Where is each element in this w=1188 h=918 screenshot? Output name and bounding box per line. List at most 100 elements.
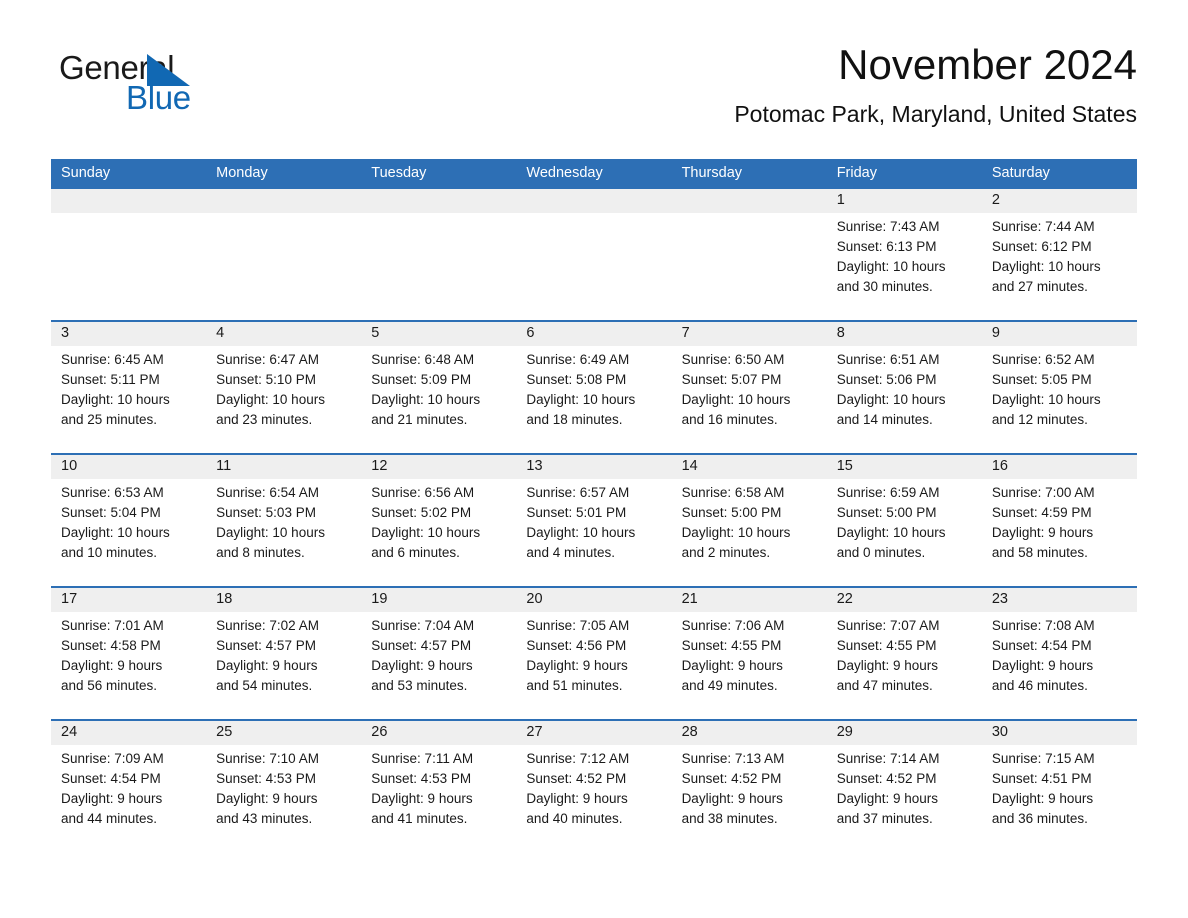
day-cell[interactable]: 13 Sunrise: 6:57 AM Sunset: 5:01 PM Dayl… — [516, 455, 671, 586]
day-number: 30 — [991, 724, 1008, 740]
day-info: Sunrise: 7:02 AM Sunset: 4:57 PM Dayligh… — [216, 616, 357, 696]
day-number: 6 — [526, 325, 535, 341]
day-info: Sunrise: 6:54 AM Sunset: 5:03 PM Dayligh… — [216, 483, 357, 563]
daylight-text-line1: Daylight: 9 hours — [681, 791, 783, 806]
day-cell[interactable]: 18 Sunrise: 7:02 AM Sunset: 4:57 PM Dayl… — [206, 588, 361, 719]
day-cell[interactable]: 7 Sunrise: 6:50 AM Sunset: 5:07 PM Dayli… — [672, 322, 827, 453]
day-cell[interactable]: 1 Sunrise: 7:43 AM Sunset: 6:13 PM Dayli… — [827, 189, 982, 320]
day-info: Sunrise: 7:05 AM Sunset: 4:56 PM Dayligh… — [526, 616, 667, 696]
sunset-text: Sunset: 5:10 PM — [216, 372, 316, 387]
sunrise-text: Sunrise: 7:05 AM — [526, 618, 630, 633]
day-cell[interactable]: 27 Sunrise: 7:12 AM Sunset: 4:52 PM Dayl… — [516, 721, 671, 852]
daylight-text-line1: Daylight: 9 hours — [991, 791, 1094, 806]
day-cell[interactable] — [516, 189, 671, 320]
daylight-text-line1: Daylight: 9 hours — [836, 658, 939, 673]
brand-logo[interactable]: General Blue — [51, 49, 311, 129]
day-info: Sunrise: 6:57 AM Sunset: 5:01 PM Dayligh… — [526, 483, 667, 563]
day-cell[interactable] — [361, 189, 516, 320]
day-cell[interactable]: 21 Sunrise: 7:06 AM Sunset: 4:55 PM Dayl… — [672, 588, 827, 719]
day-cell[interactable]: 30 Sunrise: 7:15 AM Sunset: 4:51 PM Dayl… — [982, 721, 1137, 852]
day-cell[interactable]: 6 Sunrise: 6:49 AM Sunset: 5:08 PM Dayli… — [516, 322, 671, 453]
page-subtitle: Potomac Park, Maryland, United States — [734, 101, 1137, 127]
daylight-text-line1: Daylight: 10 hours — [61, 525, 170, 540]
day-cell[interactable]: 24 Sunrise: 7:09 AM Sunset: 4:54 PM Dayl… — [51, 721, 206, 852]
day-number: 13 — [526, 458, 543, 474]
sunset-text: Sunset: 4:52 PM — [526, 771, 627, 786]
day-cell[interactable]: 25 Sunrise: 7:10 AM Sunset: 4:53 PM Dayl… — [206, 721, 361, 852]
sunset-text: Sunset: 5:02 PM — [371, 505, 472, 520]
daylight-text-line1: Daylight: 9 hours — [61, 791, 163, 806]
calendar-week-row: 24 Sunrise: 7:09 AM Sunset: 4:54 PM Dayl… — [51, 719, 1137, 852]
day-number — [682, 189, 823, 213]
day-info: Sunrise: 6:50 AM Sunset: 5:07 PM Dayligh… — [682, 350, 823, 430]
day-cell[interactable]: 14 Sunrise: 6:58 AM Sunset: 5:00 PM Dayl… — [672, 455, 827, 586]
day-cell[interactable]: 22 Sunrise: 7:07 AM Sunset: 4:55 PM Dayl… — [827, 588, 982, 719]
sunset-text: Sunset: 4:59 PM — [991, 505, 1092, 520]
day-cell[interactable] — [51, 189, 206, 320]
day-number: 18 — [216, 591, 233, 607]
sunset-text: Sunset: 5:05 PM — [991, 372, 1092, 387]
day-cell[interactable]: 12 Sunrise: 6:56 AM Sunset: 5:02 PM Dayl… — [361, 455, 516, 586]
brand-name-blue: Blue — [126, 79, 191, 116]
sunset-text: Sunset: 4:57 PM — [216, 638, 316, 653]
sunrise-text: Sunrise: 6:50 AM — [681, 352, 785, 367]
calendar-week-row: 10 Sunrise: 6:53 AM Sunset: 5:04 PM Dayl… — [51, 453, 1137, 586]
day-number — [526, 189, 667, 213]
day-cell[interactable]: 17 Sunrise: 7:01 AM Sunset: 4:58 PM Dayl… — [51, 588, 206, 719]
day-cell[interactable]: 16 Sunrise: 7:00 AM Sunset: 4:59 PM Dayl… — [982, 455, 1137, 586]
day-info: Sunrise: 7:08 AM Sunset: 4:54 PM Dayligh… — [992, 616, 1133, 696]
sunrise-text: Sunrise: 6:47 AM — [216, 352, 319, 367]
sunrise-text: Sunrise: 7:08 AM — [991, 618, 1095, 633]
sunset-text: Sunset: 4:53 PM — [216, 771, 316, 786]
weekday-header-friday: Friday — [836, 165, 877, 181]
day-cell[interactable]: 4 Sunrise: 6:47 AM Sunset: 5:10 PM Dayli… — [206, 322, 361, 453]
day-number: 21 — [681, 591, 698, 607]
sunset-text: Sunset: 5:08 PM — [526, 372, 627, 387]
day-cell[interactable]: 20 Sunrise: 7:05 AM Sunset: 4:56 PM Dayl… — [516, 588, 671, 719]
day-cell[interactable]: 2 Sunrise: 7:44 AM Sunset: 6:12 PM Dayli… — [982, 189, 1137, 320]
day-cell[interactable]: 29 Sunrise: 7:14 AM Sunset: 4:52 PM Dayl… — [827, 721, 982, 852]
day-number — [371, 189, 512, 213]
sunset-text: Sunset: 5:00 PM — [681, 505, 782, 520]
day-cell[interactable] — [206, 189, 361, 320]
day-number: 26 — [371, 724, 388, 740]
sunrise-text: Sunrise: 7:11 AM — [371, 751, 474, 766]
sunset-text: Sunset: 5:00 PM — [836, 505, 937, 520]
sunrise-text: Sunrise: 6:54 AM — [216, 485, 319, 500]
day-cell[interactable]: 3 Sunrise: 6:45 AM Sunset: 5:11 PM Dayli… — [51, 322, 206, 453]
sunrise-text: Sunrise: 6:56 AM — [371, 485, 475, 500]
sunrise-text: Sunrise: 7:04 AM — [371, 618, 475, 633]
daylight-text-line2: and 25 minutes. — [61, 412, 158, 427]
daylight-text-line1: Daylight: 10 hours — [526, 525, 636, 540]
daylight-text-line1: Daylight: 10 hours — [836, 392, 946, 407]
day-info: Sunrise: 6:53 AM Sunset: 5:04 PM Dayligh… — [61, 483, 202, 563]
sunset-text: Sunset: 5:04 PM — [61, 505, 161, 520]
day-cell[interactable]: 28 Sunrise: 7:13 AM Sunset: 4:52 PM Dayl… — [672, 721, 827, 852]
day-number: 19 — [371, 591, 388, 607]
day-cell[interactable] — [672, 189, 827, 320]
daylight-text-line2: and 2 minutes. — [681, 545, 771, 560]
day-cell[interactable]: 26 Sunrise: 7:11 AM Sunset: 4:53 PM Dayl… — [361, 721, 516, 852]
day-info: Sunrise: 6:59 AM Sunset: 5:00 PM Dayligh… — [837, 483, 978, 563]
daylight-text-line1: Daylight: 10 hours — [681, 525, 791, 540]
page-title: November 2024 — [838, 41, 1137, 88]
sunset-text: Sunset: 5:03 PM — [216, 505, 316, 520]
day-cell[interactable]: 10 Sunrise: 6:53 AM Sunset: 5:04 PM Dayl… — [51, 455, 206, 586]
daylight-text-line2: and 58 minutes. — [991, 545, 1088, 560]
daylight-text-line2: and 44 minutes. — [61, 811, 158, 826]
sunrise-text: Sunrise: 7:43 AM — [836, 219, 940, 234]
day-cell[interactable]: 9 Sunrise: 6:52 AM Sunset: 5:05 PM Dayli… — [982, 322, 1137, 453]
day-cell[interactable]: 15 Sunrise: 6:59 AM Sunset: 5:00 PM Dayl… — [827, 455, 982, 586]
sunrise-text: Sunrise: 6:58 AM — [681, 485, 785, 500]
day-cell[interactable]: 5 Sunrise: 6:48 AM Sunset: 5:09 PM Dayli… — [361, 322, 516, 453]
daylight-text-line2: and 54 minutes. — [216, 678, 313, 693]
day-number: 28 — [681, 724, 698, 740]
daylight-text-line2: and 46 minutes. — [991, 678, 1088, 693]
day-number: 10 — [61, 458, 78, 474]
daylight-text-line1: Daylight: 10 hours — [681, 392, 791, 407]
day-cell[interactable]: 19 Sunrise: 7:04 AM Sunset: 4:57 PM Dayl… — [361, 588, 516, 719]
day-cell[interactable]: 23 Sunrise: 7:08 AM Sunset: 4:54 PM Dayl… — [982, 588, 1137, 719]
day-cell[interactable]: 11 Sunrise: 6:54 AM Sunset: 5:03 PM Dayl… — [206, 455, 361, 586]
day-cell[interactable]: 8 Sunrise: 6:51 AM Sunset: 5:06 PM Dayli… — [827, 322, 982, 453]
day-number: 14 — [681, 458, 698, 474]
